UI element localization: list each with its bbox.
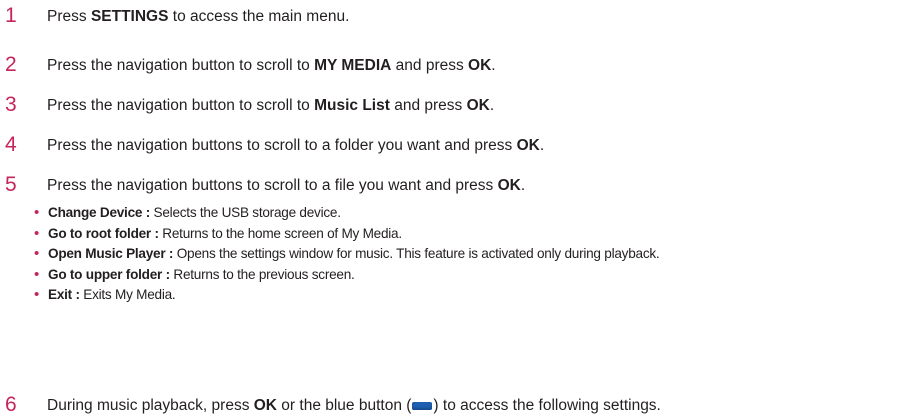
step-text-part: and press xyxy=(389,97,467,114)
step-text-part: Press xyxy=(47,8,91,25)
step-number: 6 xyxy=(5,393,17,416)
step-text: Press SETTINGS to access the main menu. xyxy=(47,7,349,27)
step-text-bold: OK xyxy=(468,57,492,74)
bullet-icon: • xyxy=(34,265,40,283)
step-text-bold: MY MEDIA xyxy=(314,57,392,74)
option-item: • Open Music Player : Opens the settings … xyxy=(34,244,660,265)
option-list: • Change Device : Selects the USB storage… xyxy=(34,203,660,306)
step-text: During music playback, press OK or the b… xyxy=(47,396,661,416)
step-6: 6 During music playback, press OK or the… xyxy=(0,394,899,416)
bullet-icon: • xyxy=(34,224,40,242)
option-item: • Exit : Exits My Media. xyxy=(34,285,659,306)
step-text: Press the navigation buttons to scroll t… xyxy=(47,136,544,156)
step-text-part: During music playback, press xyxy=(47,397,254,414)
step-text: Press the navigation button to scroll to… xyxy=(47,56,496,76)
option-term: Go to upper folder : xyxy=(48,266,170,282)
step-5: 5 Press the navigation buttons to scroll … xyxy=(0,174,899,196)
bullet-icon: • xyxy=(34,245,40,262)
step-text-bold: OK xyxy=(516,137,540,154)
option-description: Returns to the previous screen. xyxy=(169,266,355,282)
step-text-part: . xyxy=(539,137,545,154)
bullet-icon: • xyxy=(34,286,40,303)
step-text-part: . xyxy=(489,97,495,114)
option-term: Exit : xyxy=(48,287,80,302)
step-text-bold: OK xyxy=(497,177,521,194)
step-number: 5 xyxy=(5,173,17,196)
step-text-part: or the blue button ( xyxy=(277,397,412,414)
option-term: Go to root folder : xyxy=(48,225,159,241)
step-text-part: ) to access the following settings. xyxy=(433,397,661,414)
option-item: • Go to root folder : Returns to the home… xyxy=(34,224,659,245)
step-text-part: Press the navigation buttons to scroll t… xyxy=(47,177,498,194)
option-item: • Go to upper folder : Returns to the pre… xyxy=(34,265,659,286)
option-description: Selects the USB storage device. xyxy=(150,205,341,220)
step-text-part: Press the navigation button to scroll to xyxy=(47,97,315,114)
step-1: 1 Press SETTINGS to access the main menu. xyxy=(0,5,899,27)
step-number: 1 xyxy=(5,4,17,27)
step-text-part: . xyxy=(491,57,496,74)
step-4: 4 Press the navigation buttons to scroll … xyxy=(0,134,899,156)
step-number: 2 xyxy=(5,53,17,76)
step-number: 3 xyxy=(5,93,17,116)
option-description: Returns to the home screen of My Media. xyxy=(158,225,402,241)
step-text-part: Press the navigation button to scroll to xyxy=(47,57,315,74)
option-description: Exits My Media. xyxy=(79,287,176,302)
step-text-bold: OK xyxy=(466,97,490,114)
bullet-icon: • xyxy=(34,204,40,221)
step-text: Press the navigation button to scroll to… xyxy=(47,96,494,116)
option-description: Opens the settings window for music. Thi… xyxy=(173,246,660,261)
step-text-bold: Music List xyxy=(314,97,390,114)
step-number: 4 xyxy=(5,133,17,156)
step-text-part: and press xyxy=(391,57,469,74)
step-text-part: Press the navigation buttons to scroll t… xyxy=(47,137,517,154)
step-text-part: . xyxy=(520,177,526,194)
step-3: 3 Press the navigation button to scroll t… xyxy=(0,94,899,116)
step-text: Press the navigation buttons to scroll t… xyxy=(47,176,525,196)
step-text-bold: OK xyxy=(253,397,277,414)
step-text-bold: SETTINGS xyxy=(90,8,169,25)
option-term: Open Music Player : xyxy=(48,246,174,261)
blue-button-icon xyxy=(412,401,433,410)
step-text-part: to access the main menu. xyxy=(168,8,350,25)
step-2: 2 Press the navigation button to scroll t… xyxy=(0,54,899,76)
option-item: • Change Device : Selects the USB storage… xyxy=(34,203,659,224)
option-term: Change Device : xyxy=(48,205,151,220)
